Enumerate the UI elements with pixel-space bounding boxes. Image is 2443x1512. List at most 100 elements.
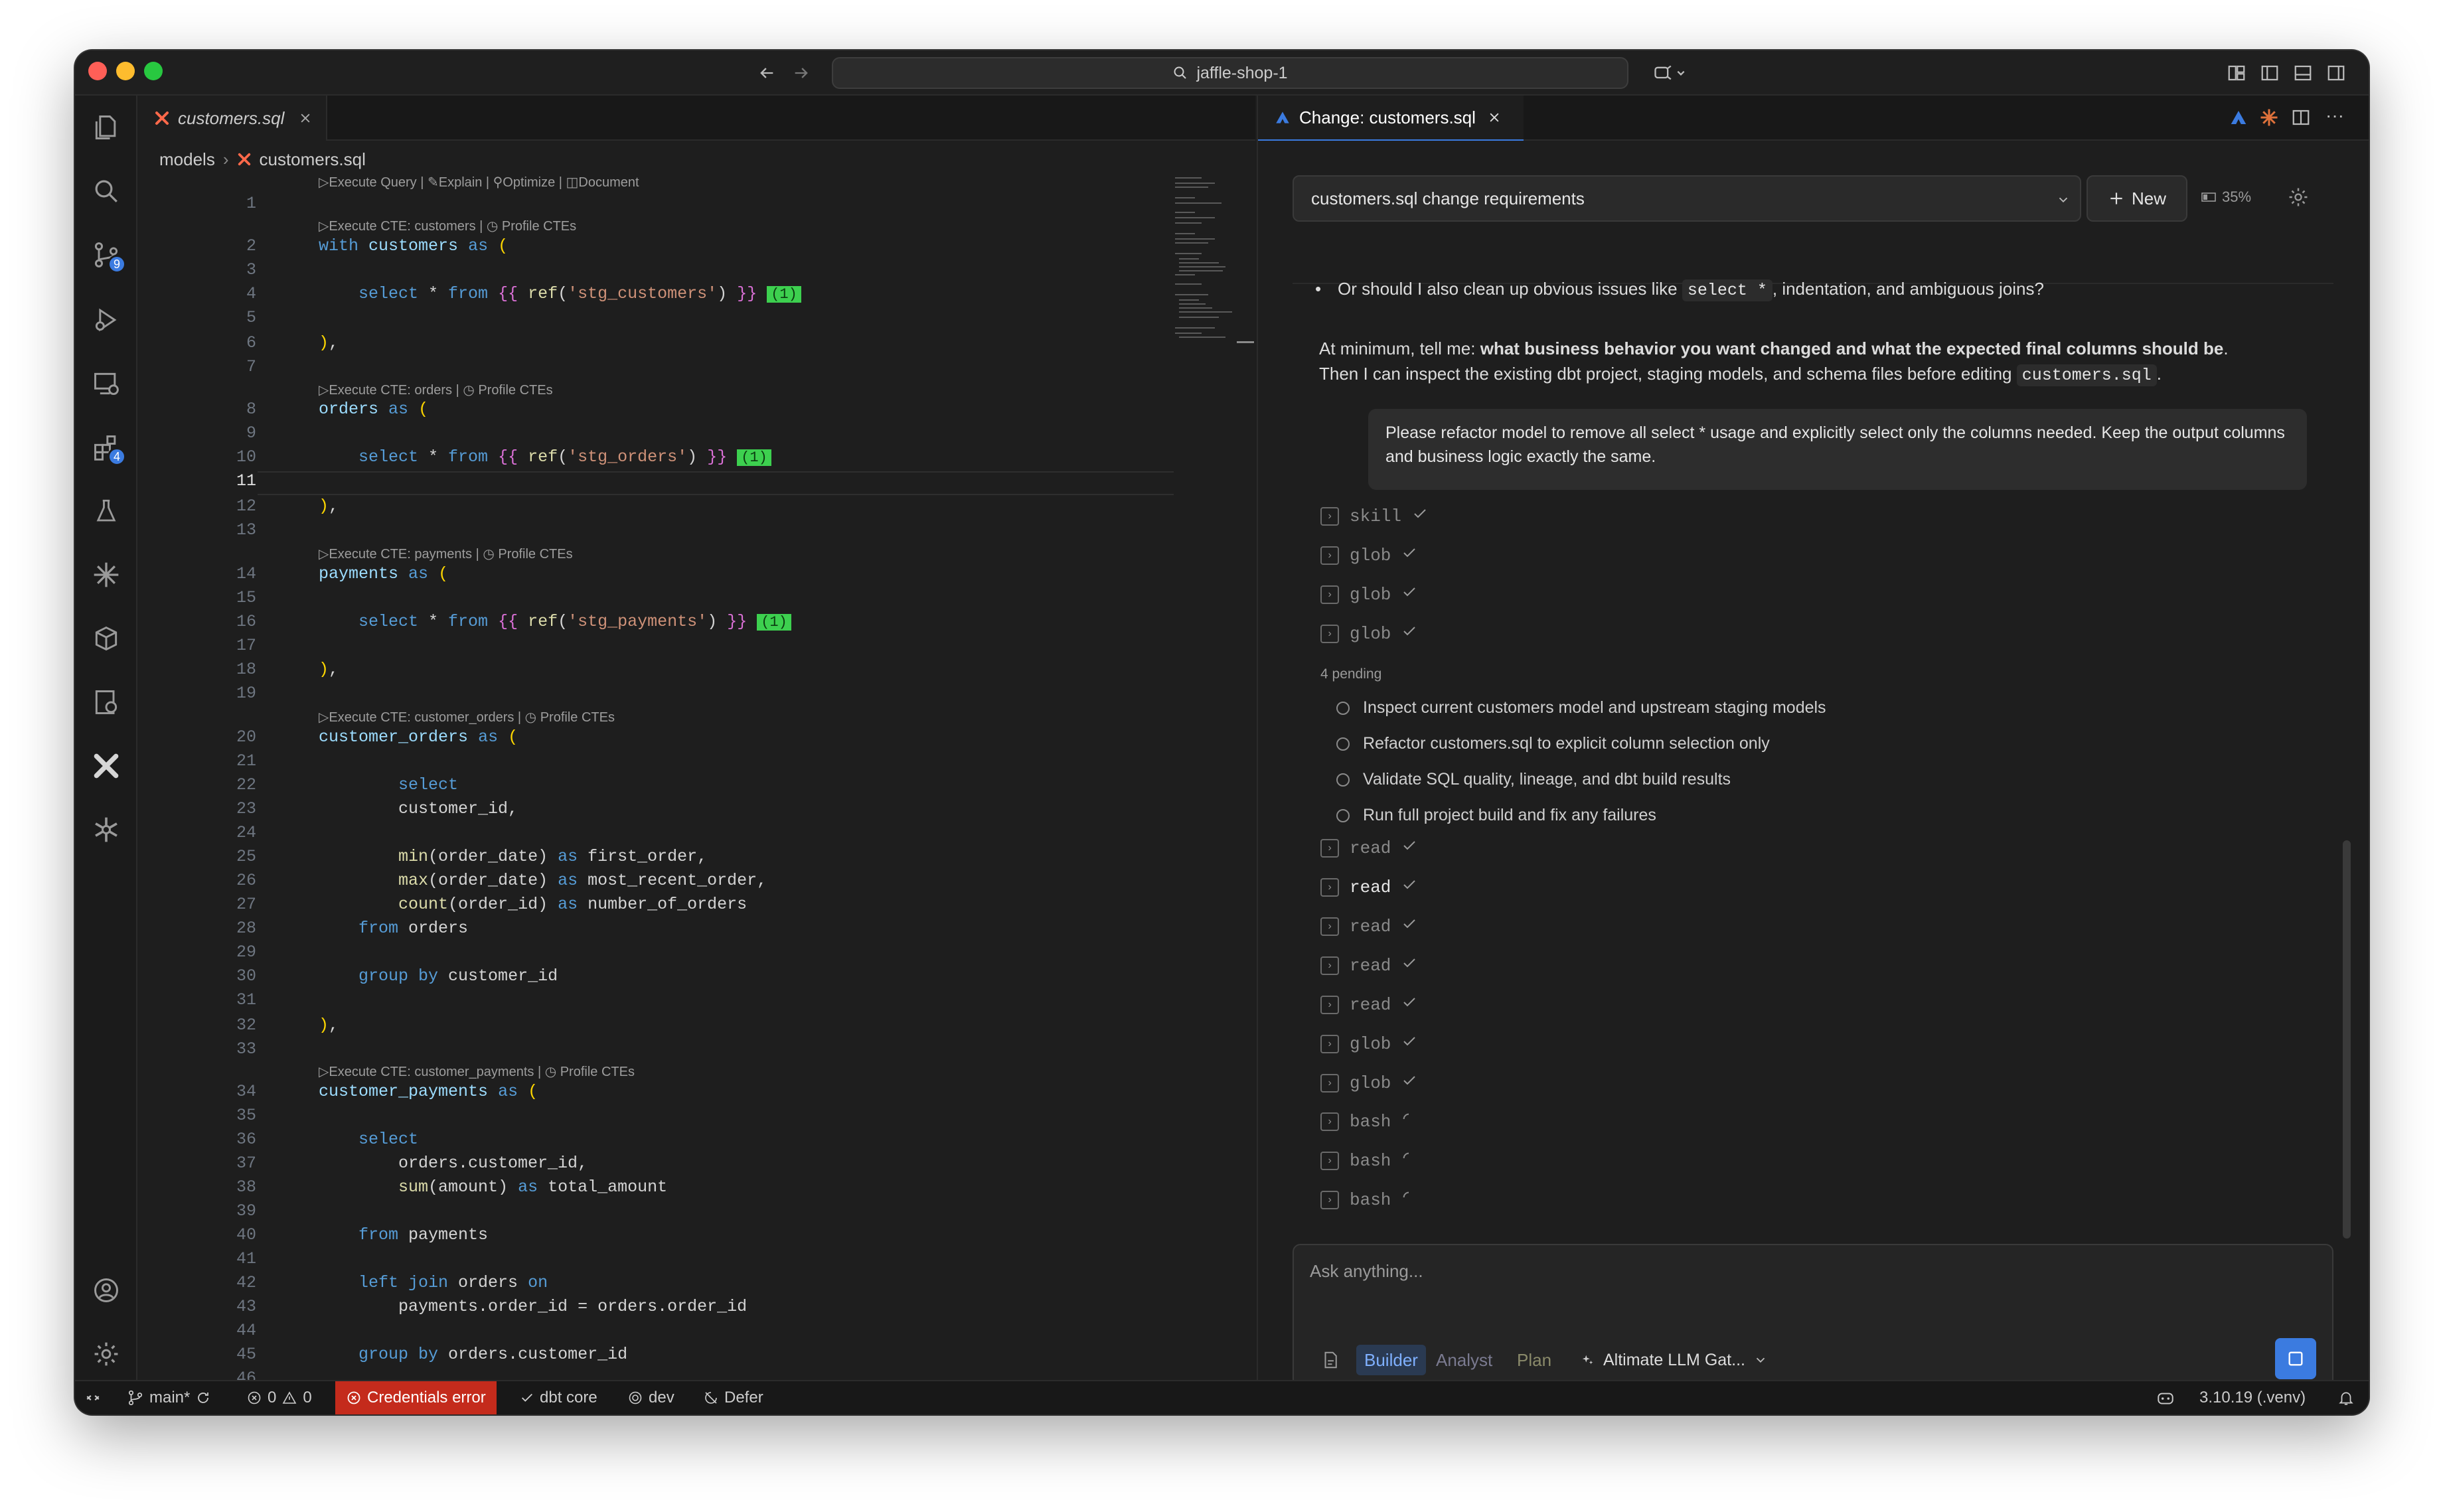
copilot-menu-icon[interactable]	[1648, 60, 1695, 86]
minimap[interactable]	[1172, 174, 1252, 346]
datapilot-cube-icon[interactable]	[89, 621, 123, 656]
query-history-icon[interactable]	[89, 685, 123, 719]
forward-arrow-icon[interactable]	[788, 60, 815, 86]
mode-analyst-button[interactable]: Analyst	[1436, 1345, 1492, 1375]
inlay-hint[interactable]: (1)	[757, 614, 791, 631]
model-selector[interactable]: Altimate LLM Gat...	[1581, 1345, 1768, 1375]
command-center-search[interactable]: jaffle-shop-1	[832, 57, 1628, 89]
new-session-button[interactable]: New	[2087, 175, 2187, 222]
accounts-icon[interactable]	[89, 1273, 123, 1308]
line-number: 27	[236, 895, 256, 914]
problems-status[interactable]: 0 0	[246, 1381, 312, 1414]
git-branch-status[interactable]: main*	[127, 1381, 211, 1414]
codelens-cte[interactable]: ▷Execute CTE: customer_payments | ◷ Prof…	[319, 1063, 635, 1080]
extensions-icon[interactable]: 4	[89, 430, 126, 466]
close-tab-icon[interactable]	[299, 112, 312, 125]
python-interpreter-status[interactable]: 3.10.19 (.venv)	[2199, 1381, 2306, 1414]
tool-call-row[interactable]: › bash	[1320, 1190, 1416, 1210]
zoom-window-button[interactable]	[144, 62, 163, 80]
error-icon	[248, 1391, 261, 1404]
code-line: sum(amount) as total_amount	[398, 1177, 668, 1197]
toggle-secondary-sidebar-icon[interactable]	[2323, 60, 2349, 86]
split-editor-icon[interactable]	[2291, 108, 2312, 129]
inlay-hint[interactable]: (1)	[767, 286, 801, 303]
chat-scrollbar[interactable]	[2343, 840, 2351, 1239]
line-number: 32	[236, 1016, 256, 1035]
defer-status[interactable]: Defer	[703, 1381, 763, 1414]
line-number: 23	[236, 799, 256, 818]
mode-builder-button[interactable]: Builder	[1356, 1345, 1426, 1375]
paragraph-text: .	[2223, 339, 2229, 358]
codelens-cte[interactable]: ▷Execute CTE: payments | ◷ Profile CTEs	[319, 546, 573, 562]
chat-settings-gear-icon[interactable]	[2287, 186, 2310, 212]
sync-icon[interactable]	[195, 1390, 211, 1406]
tool-call-row[interactable]: › read	[1320, 916, 1417, 937]
target-status[interactable]: dev	[627, 1381, 674, 1414]
tab-change-customers-sql[interactable]: Change: customers.sql	[1258, 96, 1524, 141]
breadcrumb-file[interactable]: customers.sql	[260, 149, 366, 170]
run-debug-icon[interactable]	[89, 303, 123, 337]
credentials-error-status[interactable]: Credentials error	[335, 1381, 497, 1414]
altimate-spark-icon[interactable]	[89, 558, 123, 592]
chat-input-placeholder[interactable]: Ask anything...	[1310, 1261, 1423, 1282]
terminal-icon: ›	[1320, 956, 1339, 975]
context-usage[interactable]: 35%	[2201, 189, 2251, 206]
codelens-query[interactable]: ▷Execute Query | ✎Explain | ⚲Optimize | …	[319, 174, 639, 190]
back-arrow-icon[interactable]	[753, 60, 780, 86]
send-stop-button[interactable]	[2275, 1338, 2316, 1379]
tool-call-row[interactable]: › glob	[1320, 545, 1417, 566]
tab-customers-sql[interactable]: customers.sql	[138, 96, 327, 141]
code-line: customer_id,	[319, 799, 518, 818]
search-text: jaffle-shop-1	[1196, 63, 1288, 82]
tool-call-row[interactable]: › read	[1320, 838, 1417, 859]
spark-icon[interactable]	[2259, 108, 2280, 129]
breadcrumb-folder[interactable]: models	[159, 149, 215, 170]
attach-file-icon[interactable]	[1320, 1350, 1340, 1373]
codelens-cte[interactable]: ▷Execute CTE: customers | ◷ Profile CTEs	[319, 218, 576, 234]
codelens-cte[interactable]: ▷Execute CTE: orders | ◷ Profile CTEs	[319, 382, 553, 398]
mode-plan-button[interactable]: Plan	[1517, 1345, 1551, 1375]
tool-call-row[interactable]: › bash	[1320, 1151, 1416, 1171]
explorer-icon[interactable]	[89, 110, 123, 145]
altimate-logo-icon[interactable]	[2229, 108, 2250, 129]
chat-composer[interactable]: Ask anything... Builder Analyst Plan Alt…	[1293, 1244, 2333, 1395]
line-number: 9	[246, 423, 256, 443]
context-window-icon	[2201, 192, 2216, 202]
tool-call-row[interactable]: › skill	[1320, 506, 1428, 527]
testing-flask-icon[interactable]	[89, 494, 123, 528]
code-editor[interactable]: ▷Execute Query | ✎Explain | ⚲Optimize | …	[138, 174, 1174, 1388]
dbt-status[interactable]: dbt core	[520, 1381, 597, 1414]
toggle-panel-icon[interactable]	[2290, 60, 2316, 86]
notifications-bell-icon[interactable]	[2337, 1381, 2355, 1414]
minimize-window-button[interactable]	[116, 62, 135, 80]
inlay-hint[interactable]: (1)	[737, 449, 771, 466]
source-control-icon[interactable]: 9	[89, 238, 126, 273]
toggle-primary-sidebar-icon[interactable]	[2256, 60, 2283, 86]
tool-call-row[interactable]: › glob	[1320, 1073, 1417, 1094]
snowflake-icon[interactable]	[89, 812, 123, 847]
tool-call-row[interactable]: › read	[1320, 994, 1417, 1016]
remote-indicator-icon[interactable]	[84, 1381, 102, 1414]
customize-layout-icon[interactable]	[2223, 60, 2250, 86]
close-tab-icon[interactable]	[1488, 111, 1501, 124]
tool-call-row[interactable]: › glob	[1320, 584, 1417, 605]
tool-call-row[interactable]: › glob	[1320, 623, 1417, 644]
settings-gear-icon[interactable]	[89, 1337, 123, 1371]
tool-call-row[interactable]: › read	[1320, 877, 1417, 898]
codelens-cte[interactable]: ▷Execute CTE: customer_orders | ◷ Profil…	[319, 709, 615, 725]
tool-call-row[interactable]: › bash	[1320, 1112, 1416, 1132]
code-line: customer_payments as (	[319, 1082, 538, 1101]
tool-call-row[interactable]: › read	[1320, 955, 1417, 976]
session-select[interactable]: customers.sql change requirements	[1293, 175, 2081, 222]
dbt-logo-icon[interactable]	[89, 749, 123, 783]
more-actions-icon[interactable]: ···	[2325, 105, 2344, 126]
line-number: 30	[236, 966, 256, 986]
line-number: 33	[236, 1039, 256, 1059]
line-number: 24	[236, 823, 256, 842]
warning-icon	[282, 1391, 297, 1404]
search-icon[interactable]	[89, 174, 123, 208]
tool-call-row[interactable]: › glob	[1320, 1033, 1417, 1055]
copilot-status-icon[interactable]	[2156, 1381, 2175, 1414]
close-window-button[interactable]	[88, 62, 107, 80]
remote-explorer-icon[interactable]	[89, 366, 123, 401]
